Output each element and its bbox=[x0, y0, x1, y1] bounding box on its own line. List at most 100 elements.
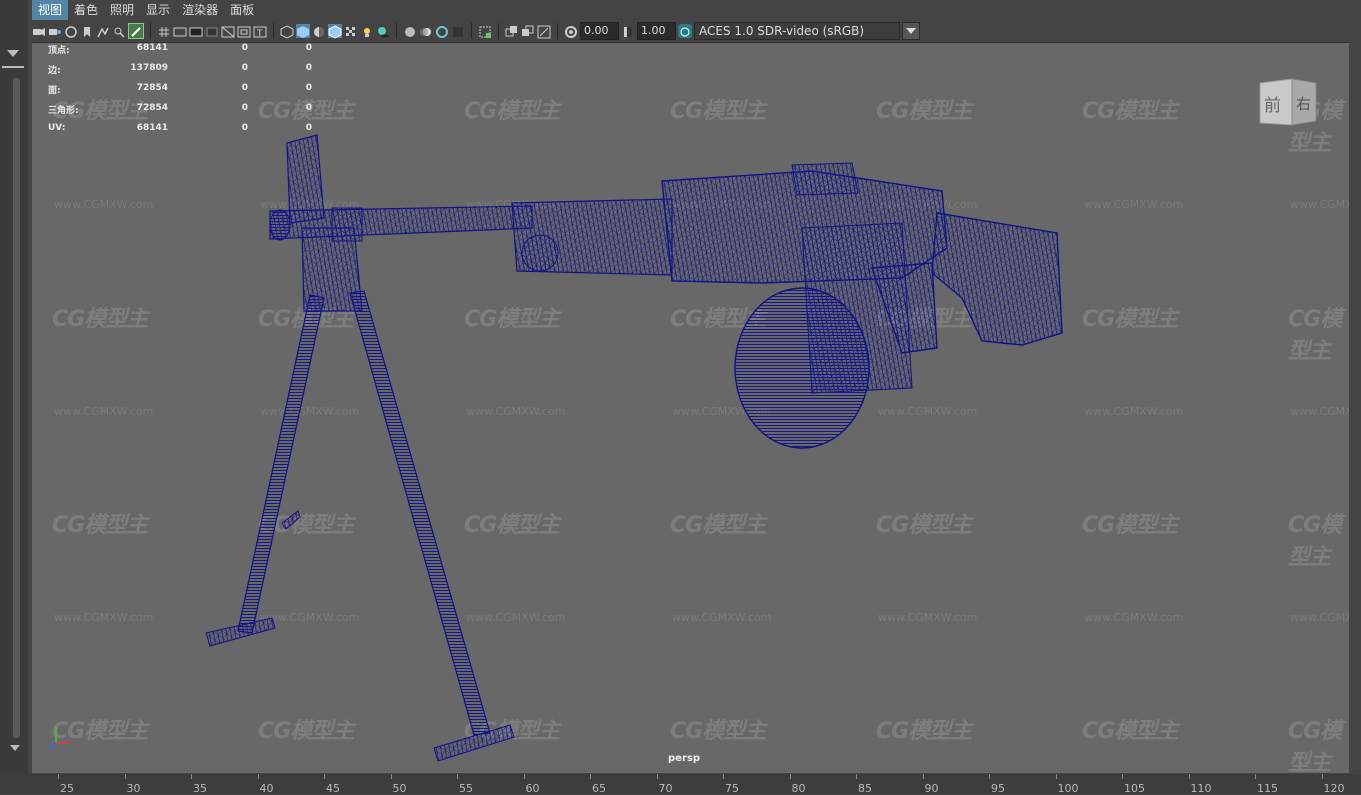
chevron-down-icon[interactable] bbox=[902, 22, 920, 40]
gas-regulator bbox=[521, 234, 559, 272]
bipod-right-leg bbox=[349, 290, 491, 736]
shelf-scrollbar[interactable] bbox=[13, 78, 20, 738]
menu-item[interactable]: 视图 bbox=[32, 0, 69, 20]
timeline-tick-mark bbox=[58, 774, 59, 779]
timeline-tick-label: 95 bbox=[991, 782, 1005, 795]
shelf-scroll-down-icon[interactable] bbox=[10, 745, 20, 751]
smooth-shading-icon[interactable] bbox=[296, 24, 310, 38]
safe-action-icon[interactable] bbox=[237, 24, 251, 38]
timeline-tick-label: 90 bbox=[924, 782, 939, 795]
hud-total: 68141 bbox=[136, 123, 168, 133]
muzzle bbox=[269, 209, 291, 241]
timeline-tick-mark bbox=[257, 774, 259, 779]
axis-gizmo-icon bbox=[48, 727, 70, 750]
camera-name-label: persp bbox=[668, 753, 700, 764]
timeline-tick-mark bbox=[1122, 774, 1123, 779]
timeline-tick-label: 25 bbox=[60, 782, 74, 795]
gamma-icon[interactable] bbox=[621, 24, 635, 38]
toolbar-separator bbox=[150, 23, 151, 39]
timeline-tick-mark bbox=[324, 774, 325, 779]
exposure-field[interactable]: 0.00 bbox=[580, 22, 619, 40]
timeline-tick-mark bbox=[1321, 774, 1323, 779]
image-plane-icon[interactable] bbox=[96, 24, 110, 38]
timeline-tick-mark bbox=[191, 774, 192, 779]
view-cube[interactable]: 前 右 bbox=[1258, 77, 1318, 129]
toolbar-separator bbox=[557, 23, 558, 39]
shadows-icon[interactable] bbox=[376, 24, 390, 38]
hud-selected: 0 bbox=[241, 103, 248, 113]
timeline-tick-mark bbox=[1255, 774, 1256, 779]
hud-component: 0 bbox=[305, 103, 312, 113]
menu-item[interactable]: 渲染器 bbox=[176, 0, 224, 20]
shelf-divider bbox=[2, 66, 24, 68]
perspective-viewport[interactable]: CG模型主 CG模型主 CG模型主 CG模型主 www.CGMXW.com www.CGM… bbox=[32, 42, 1349, 773]
xray-active-components-icon[interactable] bbox=[521, 24, 535, 38]
use-all-lights-icon[interactable] bbox=[360, 24, 374, 38]
screen-space-ao-icon[interactable] bbox=[403, 24, 417, 38]
safe-title-icon[interactable]: T bbox=[253, 24, 267, 39]
hud-selected: 0 bbox=[241, 63, 248, 73]
hud-label: 顶点: bbox=[48, 46, 70, 56]
depth-of-field-icon[interactable] bbox=[451, 24, 465, 38]
timeline-tick-mark bbox=[723, 774, 724, 779]
camera-attributes-icon[interactable] bbox=[48, 24, 62, 38]
bookmark-ribbon-icon[interactable] bbox=[80, 24, 94, 38]
timeline-tick-mark bbox=[789, 774, 791, 779]
timeline-tick-label: 110 bbox=[1190, 782, 1212, 795]
camera-select-icon[interactable] bbox=[32, 24, 46, 38]
svg-text:T: T bbox=[256, 29, 263, 39]
shelf-collapse-icon[interactable] bbox=[7, 50, 19, 57]
menu-item[interactable]: 着色 bbox=[68, 0, 104, 20]
timeline-tick-mark bbox=[856, 774, 857, 779]
hud-total: 137809 bbox=[130, 63, 168, 73]
hud-selected: 0 bbox=[241, 43, 248, 53]
view-cube-right-label[interactable]: 右 bbox=[1296, 93, 1311, 114]
menu-item[interactable]: 照明 bbox=[104, 0, 140, 20]
timeline-tick-mark bbox=[922, 774, 924, 779]
xray-icon[interactable] bbox=[505, 24, 519, 38]
view-cube-front-label[interactable]: 前 bbox=[1264, 91, 1281, 116]
hud-label: 边: bbox=[48, 66, 61, 76]
timeline-tick-label: 100 bbox=[1057, 782, 1079, 795]
time-slider[interactable]: 25 30 35 40 45 50 55 60 65 70 75 80 85 90 95 100 105 110 1… bbox=[0, 774, 1361, 795]
default-material-icon[interactable] bbox=[312, 24, 326, 38]
timeline-tick-mark bbox=[989, 774, 990, 779]
wireframe-model bbox=[205, 134, 1063, 762]
timeline-tick-label: 85 bbox=[858, 782, 872, 795]
color-management-icon[interactable] bbox=[678, 24, 692, 38]
menu-item[interactable]: 面板 bbox=[224, 0, 260, 20]
gate-mask-icon[interactable] bbox=[205, 24, 219, 38]
grease-pencil-icon[interactable] bbox=[128, 23, 144, 39]
hud-total: 72854 bbox=[136, 83, 168, 93]
hud-component: 0 bbox=[305, 83, 312, 93]
toolbar-separator bbox=[471, 23, 472, 39]
isolate-select-icon[interactable] bbox=[478, 24, 492, 38]
left-shelf-strip bbox=[0, 0, 28, 794]
hud-selected: 0 bbox=[241, 123, 248, 133]
field-chart-icon[interactable] bbox=[221, 24, 235, 38]
hud-total: 72854 bbox=[136, 103, 168, 113]
wireframe-on-shaded-icon[interactable] bbox=[328, 24, 342, 39]
viewport-menubar: 视图 着色 照明 显示 渲染器 面板 bbox=[32, 0, 1361, 20]
color-space-select[interactable]: ACES 1.0 SDR-video (sRGB) bbox=[694, 22, 900, 40]
toolbar-separator bbox=[498, 23, 499, 39]
anti-aliasing-icon[interactable] bbox=[435, 24, 449, 38]
timeline-tick-label: 40 bbox=[259, 782, 274, 795]
exposure-icon[interactable] bbox=[564, 24, 578, 38]
timeline-tick-mark bbox=[523, 774, 525, 779]
grid-icon[interactable] bbox=[157, 24, 171, 38]
timeline-tick-label: 115 bbox=[1257, 782, 1278, 795]
timeline-tick-label: 120 bbox=[1323, 782, 1345, 795]
xray-joints-icon[interactable] bbox=[537, 24, 551, 39]
wireframe-shading-icon[interactable] bbox=[280, 24, 294, 39]
textured-icon[interactable] bbox=[344, 24, 358, 38]
resolution-gate-icon[interactable] bbox=[189, 24, 203, 38]
timeline-tick-label: 45 bbox=[326, 782, 340, 795]
motion-blur-icon[interactable] bbox=[419, 24, 433, 38]
film-gate-icon[interactable] bbox=[173, 24, 187, 38]
two-d-pan-zoom-icon[interactable] bbox=[112, 24, 126, 38]
gamma-field[interactable]: 1.00 bbox=[637, 22, 676, 40]
hud-component: 0 bbox=[305, 63, 312, 73]
menu-item[interactable]: 显示 bbox=[140, 0, 176, 20]
bookmark-icon[interactable] bbox=[64, 24, 78, 38]
